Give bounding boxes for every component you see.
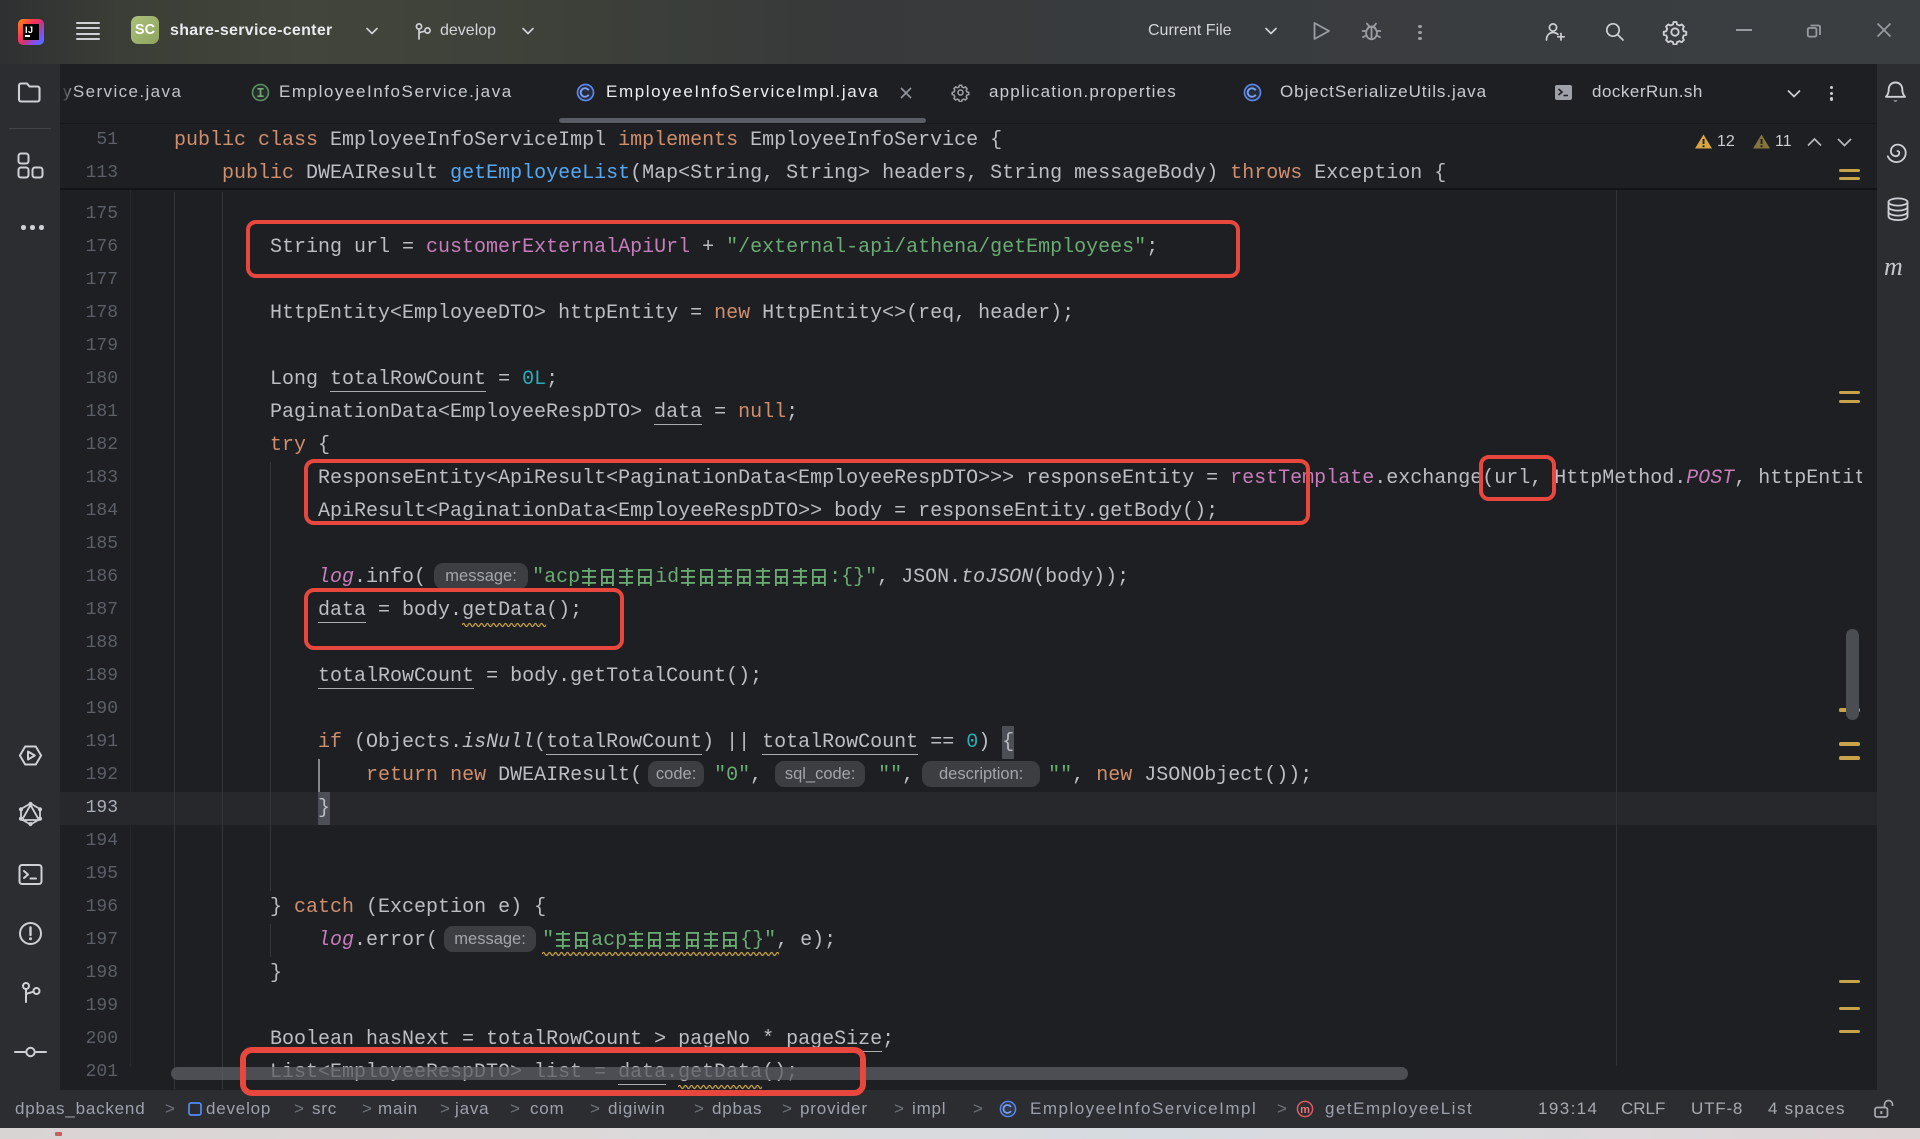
svg-text:m: m [1300,1104,1310,1116]
